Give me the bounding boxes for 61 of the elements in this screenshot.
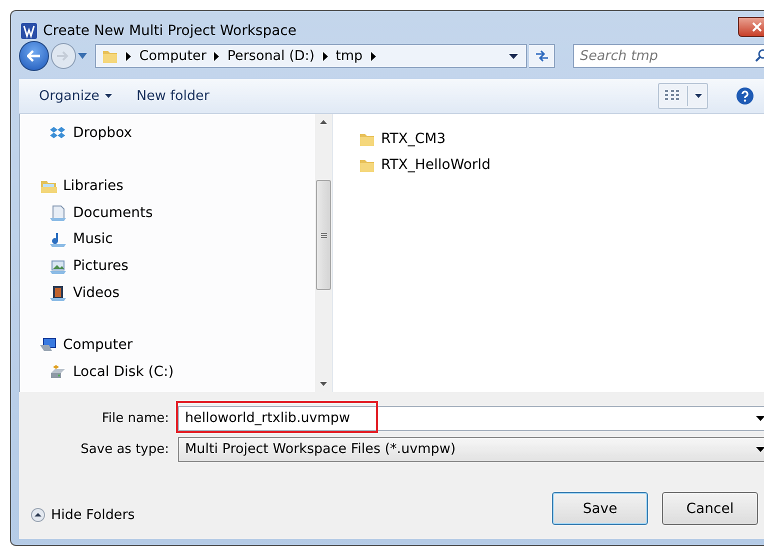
chevron-icon[interactable]	[126, 52, 132, 60]
field-label: File name:	[100, 410, 170, 426]
refresh-arrows-icon	[534, 50, 549, 62]
search-field[interactable]: Search tmp	[573, 44, 764, 68]
chevron-icon[interactable]	[370, 52, 376, 60]
dropdown-arrow-icon[interactable]	[509, 54, 518, 58]
refresh-button[interactable]	[529, 44, 555, 68]
sidebar-item[interactable]: Dropbox	[50, 120, 136, 147]
hide-folders-button[interactable]: Hide Folders	[31, 506, 135, 522]
app-icon	[21, 23, 37, 39]
organize-menu[interactable]: Organize	[29, 84, 122, 108]
back-arrow-icon	[26, 50, 41, 62]
save-type-dropdown[interactable]: Multi Project Workspace Files (*.uvmpw)	[178, 436, 764, 462]
scroll-up-icon	[320, 120, 327, 124]
dropbox-box-icon	[50, 125, 67, 142]
scrollbar[interactable]	[315, 114, 332, 392]
breadcrumb[interactable]: Computer	[139, 48, 206, 64]
recent-dropdown-icon[interactable]	[78, 53, 88, 59]
sidebar-item[interactable]: Pictures	[50, 252, 132, 280]
cancel-button[interactable]: Cancel	[662, 492, 758, 525]
picture-icon	[50, 258, 67, 274]
window-title: Create New Multi Project Workspace	[43, 23, 298, 39]
dropdown-arrow-icon	[756, 446, 764, 452]
film-icon	[50, 284, 67, 301]
folder-item[interactable]: RTX_CM3	[359, 126, 446, 152]
chevron-icon[interactable]	[214, 52, 220, 60]
grip-icon	[320, 232, 326, 238]
folder-icon	[359, 131, 375, 147]
folder-icon	[102, 48, 118, 64]
disk-drive-icon	[50, 364, 67, 380]
music-note-icon	[50, 231, 67, 248]
address-bar[interactable]: Computer Personal (D:) tmp	[95, 44, 528, 68]
view-options-button[interactable]	[658, 83, 708, 109]
breadcrumb[interactable]: Personal (D:)	[227, 48, 315, 64]
folder-item[interactable]: RTX_HelloWorld	[359, 152, 490, 178]
sidebar-item[interactable]: Videos	[50, 279, 124, 306]
document-icon	[50, 204, 67, 221]
computer-icon	[40, 337, 57, 354]
sidebar-item[interactable]: Libraries	[40, 172, 128, 200]
help-icon[interactable]	[736, 87, 754, 105]
sidebar-item[interactable]: Music	[50, 226, 117, 253]
details-view-icon	[664, 89, 680, 103]
sidebar-item[interactable]: Local Disk (C:)	[50, 358, 178, 386]
folder-icon	[359, 157, 375, 173]
collapse-up-icon	[31, 508, 45, 522]
close-icon	[752, 22, 762, 32]
caret-icon	[694, 94, 702, 98]
back-button[interactable]	[19, 41, 49, 71]
scroll-down-icon	[320, 382, 327, 386]
close-button[interactable]	[738, 17, 764, 37]
caret-icon	[105, 94, 112, 98]
forward-arrow-icon	[57, 51, 70, 61]
new-folder-button[interactable]: New folder	[126, 84, 220, 108]
save-button[interactable]: Save	[552, 492, 648, 525]
library-folder-icon	[40, 178, 57, 194]
dropdown-arrow-icon	[756, 416, 764, 420]
sidebar-item[interactable]: Documents	[50, 199, 157, 226]
chevron-icon[interactable]	[322, 52, 328, 60]
breadcrumb[interactable]: tmp	[336, 48, 363, 64]
sidebar-item[interactable]: Computer	[40, 332, 137, 359]
field-label: Save as type:	[80, 442, 170, 456]
